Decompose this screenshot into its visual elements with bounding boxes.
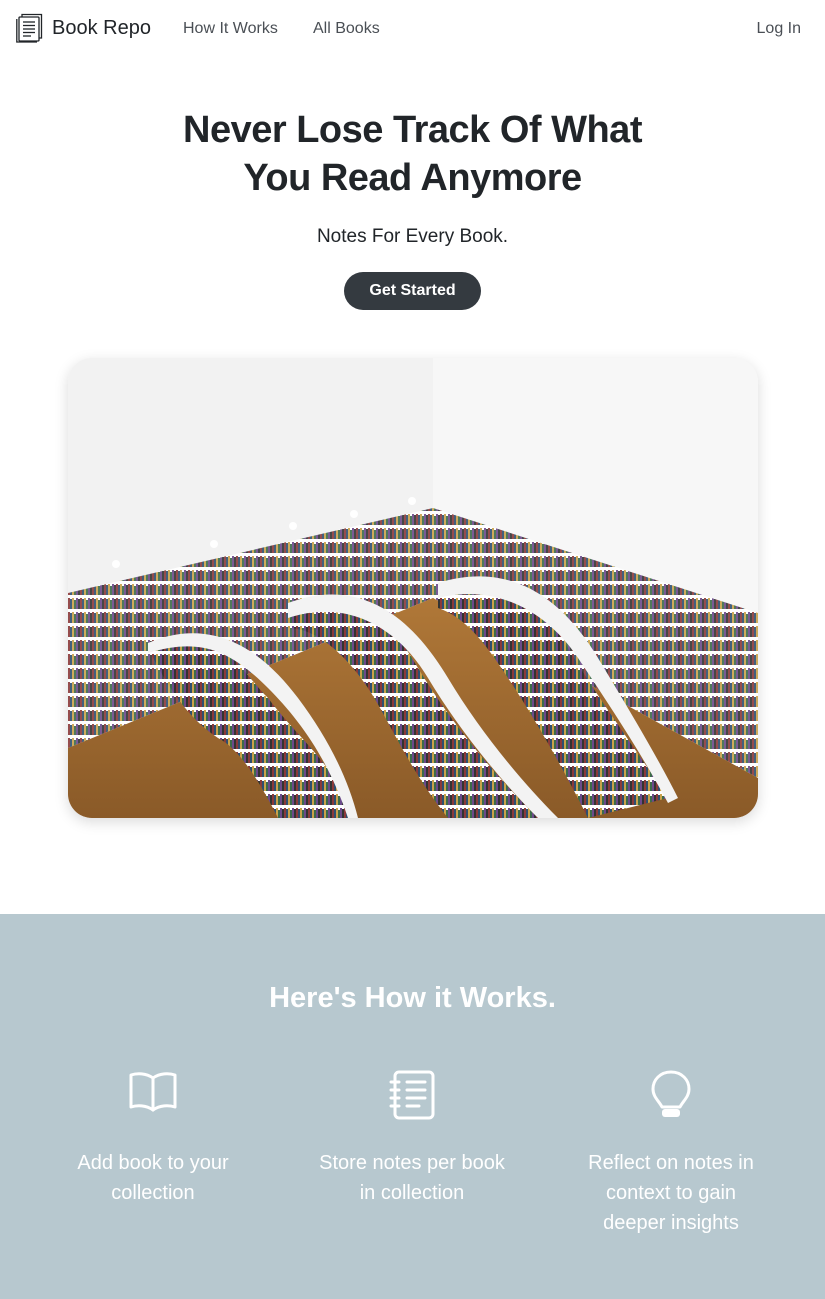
library-bookshelves-photo	[68, 358, 758, 818]
hero-image	[68, 358, 758, 818]
how-it-works-title: Here's How it Works.	[269, 982, 556, 1014]
nav-link-how-it-works[interactable]: How It Works	[183, 19, 278, 38]
step-text-line: Store notes per book	[319, 1152, 505, 1174]
lightbulb-icon	[651, 1070, 691, 1117]
step-text-line: Reflect on notes in	[588, 1152, 754, 1174]
hero-title-line-1: Never Lose Track Of What	[183, 109, 642, 151]
open-book-icon	[129, 1072, 177, 1112]
step-text-line: deeper insights	[603, 1212, 739, 1234]
hero-title: Never Lose Track Of What You Read Anymor…	[0, 106, 825, 202]
step-reflect: Reflect on notes in context to gain deep…	[571, 1070, 771, 1238]
login-link[interactable]: Log In	[757, 19, 801, 38]
step-text-line: Add book to your	[77, 1152, 229, 1174]
step-text: Reflect on notes in context to gain deep…	[571, 1148, 771, 1238]
step-text-line: collection	[111, 1182, 195, 1204]
notebook-icon	[389, 1070, 435, 1120]
step-text: Add book to your collection	[53, 1148, 253, 1208]
book-logo-icon	[16, 13, 43, 43]
how-it-works-section: Here's How it Works. Add book to your co…	[0, 914, 825, 1299]
step-add-book: Add book to your collection	[53, 1070, 253, 1208]
hero-subtitle: Notes For Every Book.	[316, 226, 509, 247]
navbar: Book Repo How It Works All Books Log In	[0, 0, 825, 57]
step-text-line: context to gain	[605, 1182, 737, 1204]
step-text: Store notes per book in collection	[312, 1148, 512, 1208]
step-store-notes: Store notes per book in collection	[312, 1070, 512, 1208]
brand-link[interactable]: Book Repo	[16, 12, 151, 44]
get-started-button[interactable]: Get Started	[344, 272, 481, 310]
nav-link-all-books[interactable]: All Books	[313, 19, 380, 38]
step-text-line: in collection	[359, 1182, 465, 1204]
hero-title-line-2: You Read Anymore	[243, 157, 582, 199]
brand-text: Book Repo	[52, 16, 151, 39]
